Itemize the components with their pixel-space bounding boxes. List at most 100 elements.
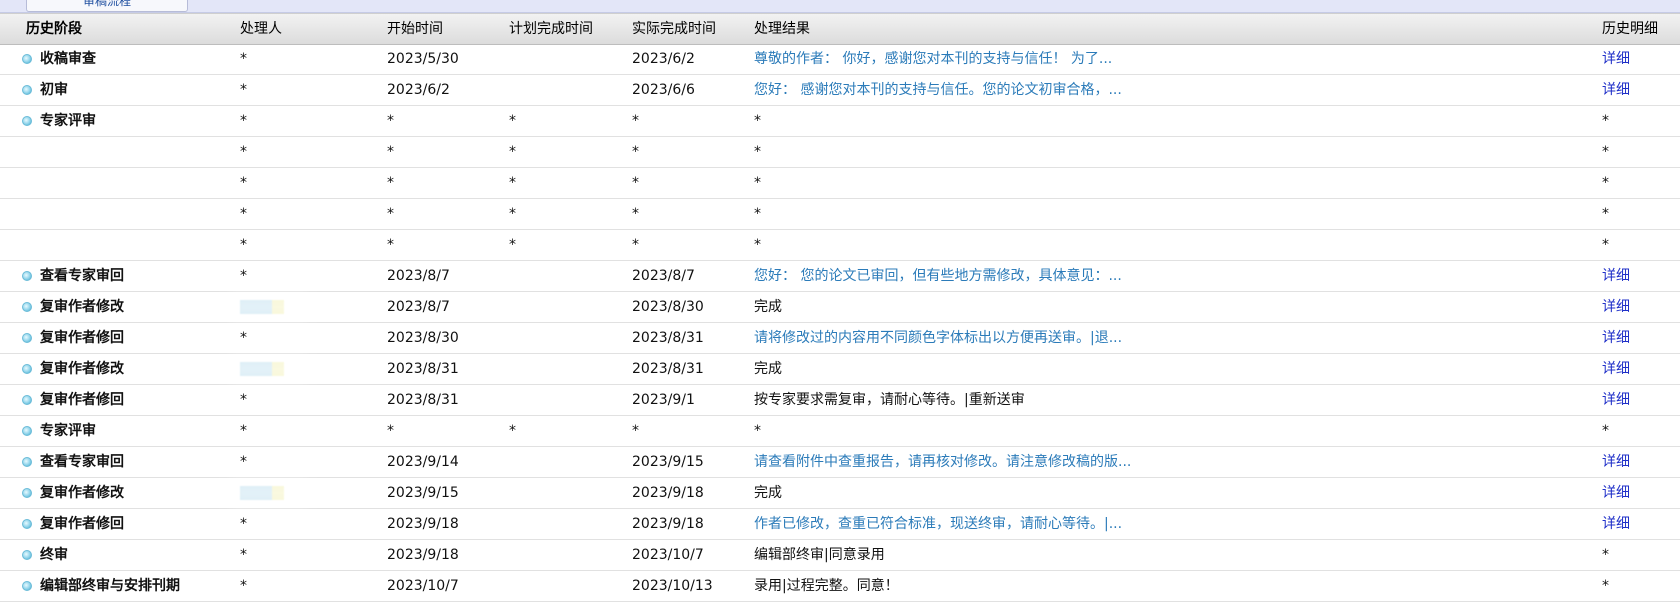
table-row: 复审作者修改 2023/8/7 2023/8/30 完成 详细 <box>0 292 1680 323</box>
stage-bullet-icon <box>22 519 32 529</box>
history-table-body: 收稿审查 * 2023/5/30 2023/6/2 尊敬的作者： 你好，感谢您对本刊的支… <box>0 44 1680 602</box>
header-start-time: 开始时间 <box>387 21 443 37</box>
cell-result: * <box>754 237 761 253</box>
cell-handler: * <box>240 51 247 67</box>
stage-bullet-icon <box>22 395 32 405</box>
table-row: 复审作者修改 2023/8/31 2023/8/31 完成 详细 <box>0 354 1680 385</box>
cell-handler: * <box>240 113 247 129</box>
detail-link[interactable]: 详细 <box>1602 292 1630 322</box>
result-link[interactable]: 请将修改过的内容用不同颜色字体标出以方便再送审。|退... <box>754 323 1122 353</box>
tab-review-process[interactable]: 审稿流程 <box>26 0 188 12</box>
cell-handler: * <box>240 578 247 594</box>
detail-link[interactable]: 详细 <box>1602 44 1630 74</box>
cell-start-time: * <box>387 237 394 253</box>
cell-result: 完成 <box>754 361 782 377</box>
cell-actual-time: * <box>632 144 639 160</box>
table-row: * * * * * * <box>0 168 1680 199</box>
detail-link[interactable]: 详细 <box>1602 447 1630 477</box>
detail-link[interactable]: 详细 <box>1602 478 1630 508</box>
redacted-handler <box>240 300 284 314</box>
cell-result: * <box>754 423 761 439</box>
result-link[interactable]: 您好： 您的论文已审回，但有些地方需修改，具体意见：... <box>754 261 1122 291</box>
header-planned-time: 计划完成时间 <box>509 21 593 37</box>
cell-stage: 复审作者修回 <box>40 516 124 532</box>
cell-handler: * <box>240 175 247 191</box>
result-link[interactable]: 您好： 感谢您对本刊的支持与信任。您的论文初审合格，... <box>754 75 1122 105</box>
result-link[interactable]: 请查看附件中查重报告，请再核对修改。请注意修改稿的版... <box>754 447 1131 477</box>
cell-actual-time: * <box>632 175 639 191</box>
cell-start-time: 2023/8/30 <box>387 330 459 346</box>
cell-stage: 复审作者修改 <box>40 361 124 377</box>
cell-handler: * <box>240 516 247 532</box>
table-row: 复审作者修改 2023/9/15 2023/9/18 完成 详细 <box>0 478 1680 509</box>
cell-result: * <box>754 113 761 129</box>
result-link[interactable]: 作者已修改，查重已符合标准，现送终审，请耐心等待。|... <box>754 509 1122 539</box>
stage-bullet-icon <box>22 271 32 281</box>
cell-start-time: * <box>387 206 394 222</box>
table-row: * * * * * * <box>0 137 1680 168</box>
cell-actual-time: 2023/8/31 <box>632 361 704 377</box>
cell-handler: * <box>240 206 247 222</box>
table-header: 历史阶段 处理人 开始时间 计划完成时间 实际完成时间 处理结果 历史明细 <box>0 13 1680 45</box>
cell-stage: 查看专家审回 <box>40 268 124 284</box>
stage-bullet-icon <box>22 85 32 95</box>
stage-bullet-icon <box>22 302 32 312</box>
cell-stage: 复审作者修改 <box>40 485 124 501</box>
cell-planned-time: * <box>509 144 516 160</box>
detail-link[interactable]: 详细 <box>1602 354 1630 384</box>
cell-actual-time: * <box>632 206 639 222</box>
cell-start-time: * <box>387 113 394 129</box>
cell-start-time: * <box>387 144 394 160</box>
cell-handler: * <box>240 392 247 408</box>
cell-actual-time: 2023/10/7 <box>632 547 704 563</box>
table-row: 查看专家审回 * 2023/9/14 2023/9/15 请查看附件中查重报告，请再核对… <box>0 447 1680 478</box>
detail-link[interactable]: 详细 <box>1602 323 1630 353</box>
cell-handler: * <box>240 144 247 160</box>
detail-link[interactable]: 详细 <box>1602 385 1630 415</box>
cell-start-time: 2023/6/2 <box>387 82 450 98</box>
cell-detail: * <box>1602 423 1609 439</box>
cell-handler: * <box>240 423 247 439</box>
cell-start-time: 2023/8/7 <box>387 268 450 284</box>
cell-actual-time: 2023/10/13 <box>632 578 713 594</box>
cell-result: 编辑部终审|同意录用 <box>754 547 885 563</box>
stage-bullet-icon <box>22 116 32 126</box>
table-row: 终审 * 2023/9/18 2023/10/7 编辑部终审|同意录用 * <box>0 540 1680 571</box>
cell-result: 按专家要求需复审，请耐心等待。|重新送审 <box>754 392 1025 408</box>
cell-start-time: * <box>387 175 394 191</box>
cell-stage: 复审作者修改 <box>40 299 124 315</box>
detail-link[interactable]: 详细 <box>1602 261 1630 291</box>
stage-bullet-icon <box>22 333 32 343</box>
result-link[interactable]: 尊敬的作者： 你好，感谢您对本刊的支持与信任！ 为了... <box>754 44 1112 74</box>
cell-actual-time: 2023/9/15 <box>632 454 704 470</box>
cell-result: * <box>754 175 761 191</box>
cell-planned-time: * <box>509 206 516 222</box>
cell-actual-time: * <box>632 237 639 253</box>
detail-link[interactable]: 详细 <box>1602 75 1630 105</box>
stage-bullet-icon <box>22 581 32 591</box>
table-row: * * * * * * <box>0 230 1680 261</box>
cell-actual-time: 2023/9/18 <box>632 516 704 532</box>
cell-detail: * <box>1602 578 1609 594</box>
table-row: 专家评审 * * * * * * <box>0 416 1680 447</box>
cell-stage: 收稿审查 <box>40 51 96 67</box>
cell-start-time: * <box>387 423 394 439</box>
stage-bullet-icon <box>22 54 32 64</box>
detail-link[interactable]: 详细 <box>1602 509 1630 539</box>
cell-actual-time: * <box>632 423 639 439</box>
cell-handler: * <box>240 82 247 98</box>
cell-actual-time: 2023/8/30 <box>632 299 704 315</box>
cell-actual-time: 2023/9/1 <box>632 392 695 408</box>
cell-detail: * <box>1602 144 1609 160</box>
cell-start-time: 2023/8/7 <box>387 299 450 315</box>
cell-planned-time: * <box>509 237 516 253</box>
cell-detail: * <box>1602 206 1609 222</box>
cell-start-time: 2023/9/18 <box>387 547 459 563</box>
cell-detail: * <box>1602 113 1609 129</box>
cell-actual-time: 2023/6/2 <box>632 51 695 67</box>
table-row: 复审作者修回 * 2023/8/30 2023/8/31 请将修改过的内容用不同颜色字体… <box>0 323 1680 354</box>
cell-actual-time: 2023/8/31 <box>632 330 704 346</box>
stage-bullet-icon <box>22 426 32 436</box>
cell-start-time: 2023/5/30 <box>387 51 459 67</box>
cell-result: 完成 <box>754 485 782 501</box>
